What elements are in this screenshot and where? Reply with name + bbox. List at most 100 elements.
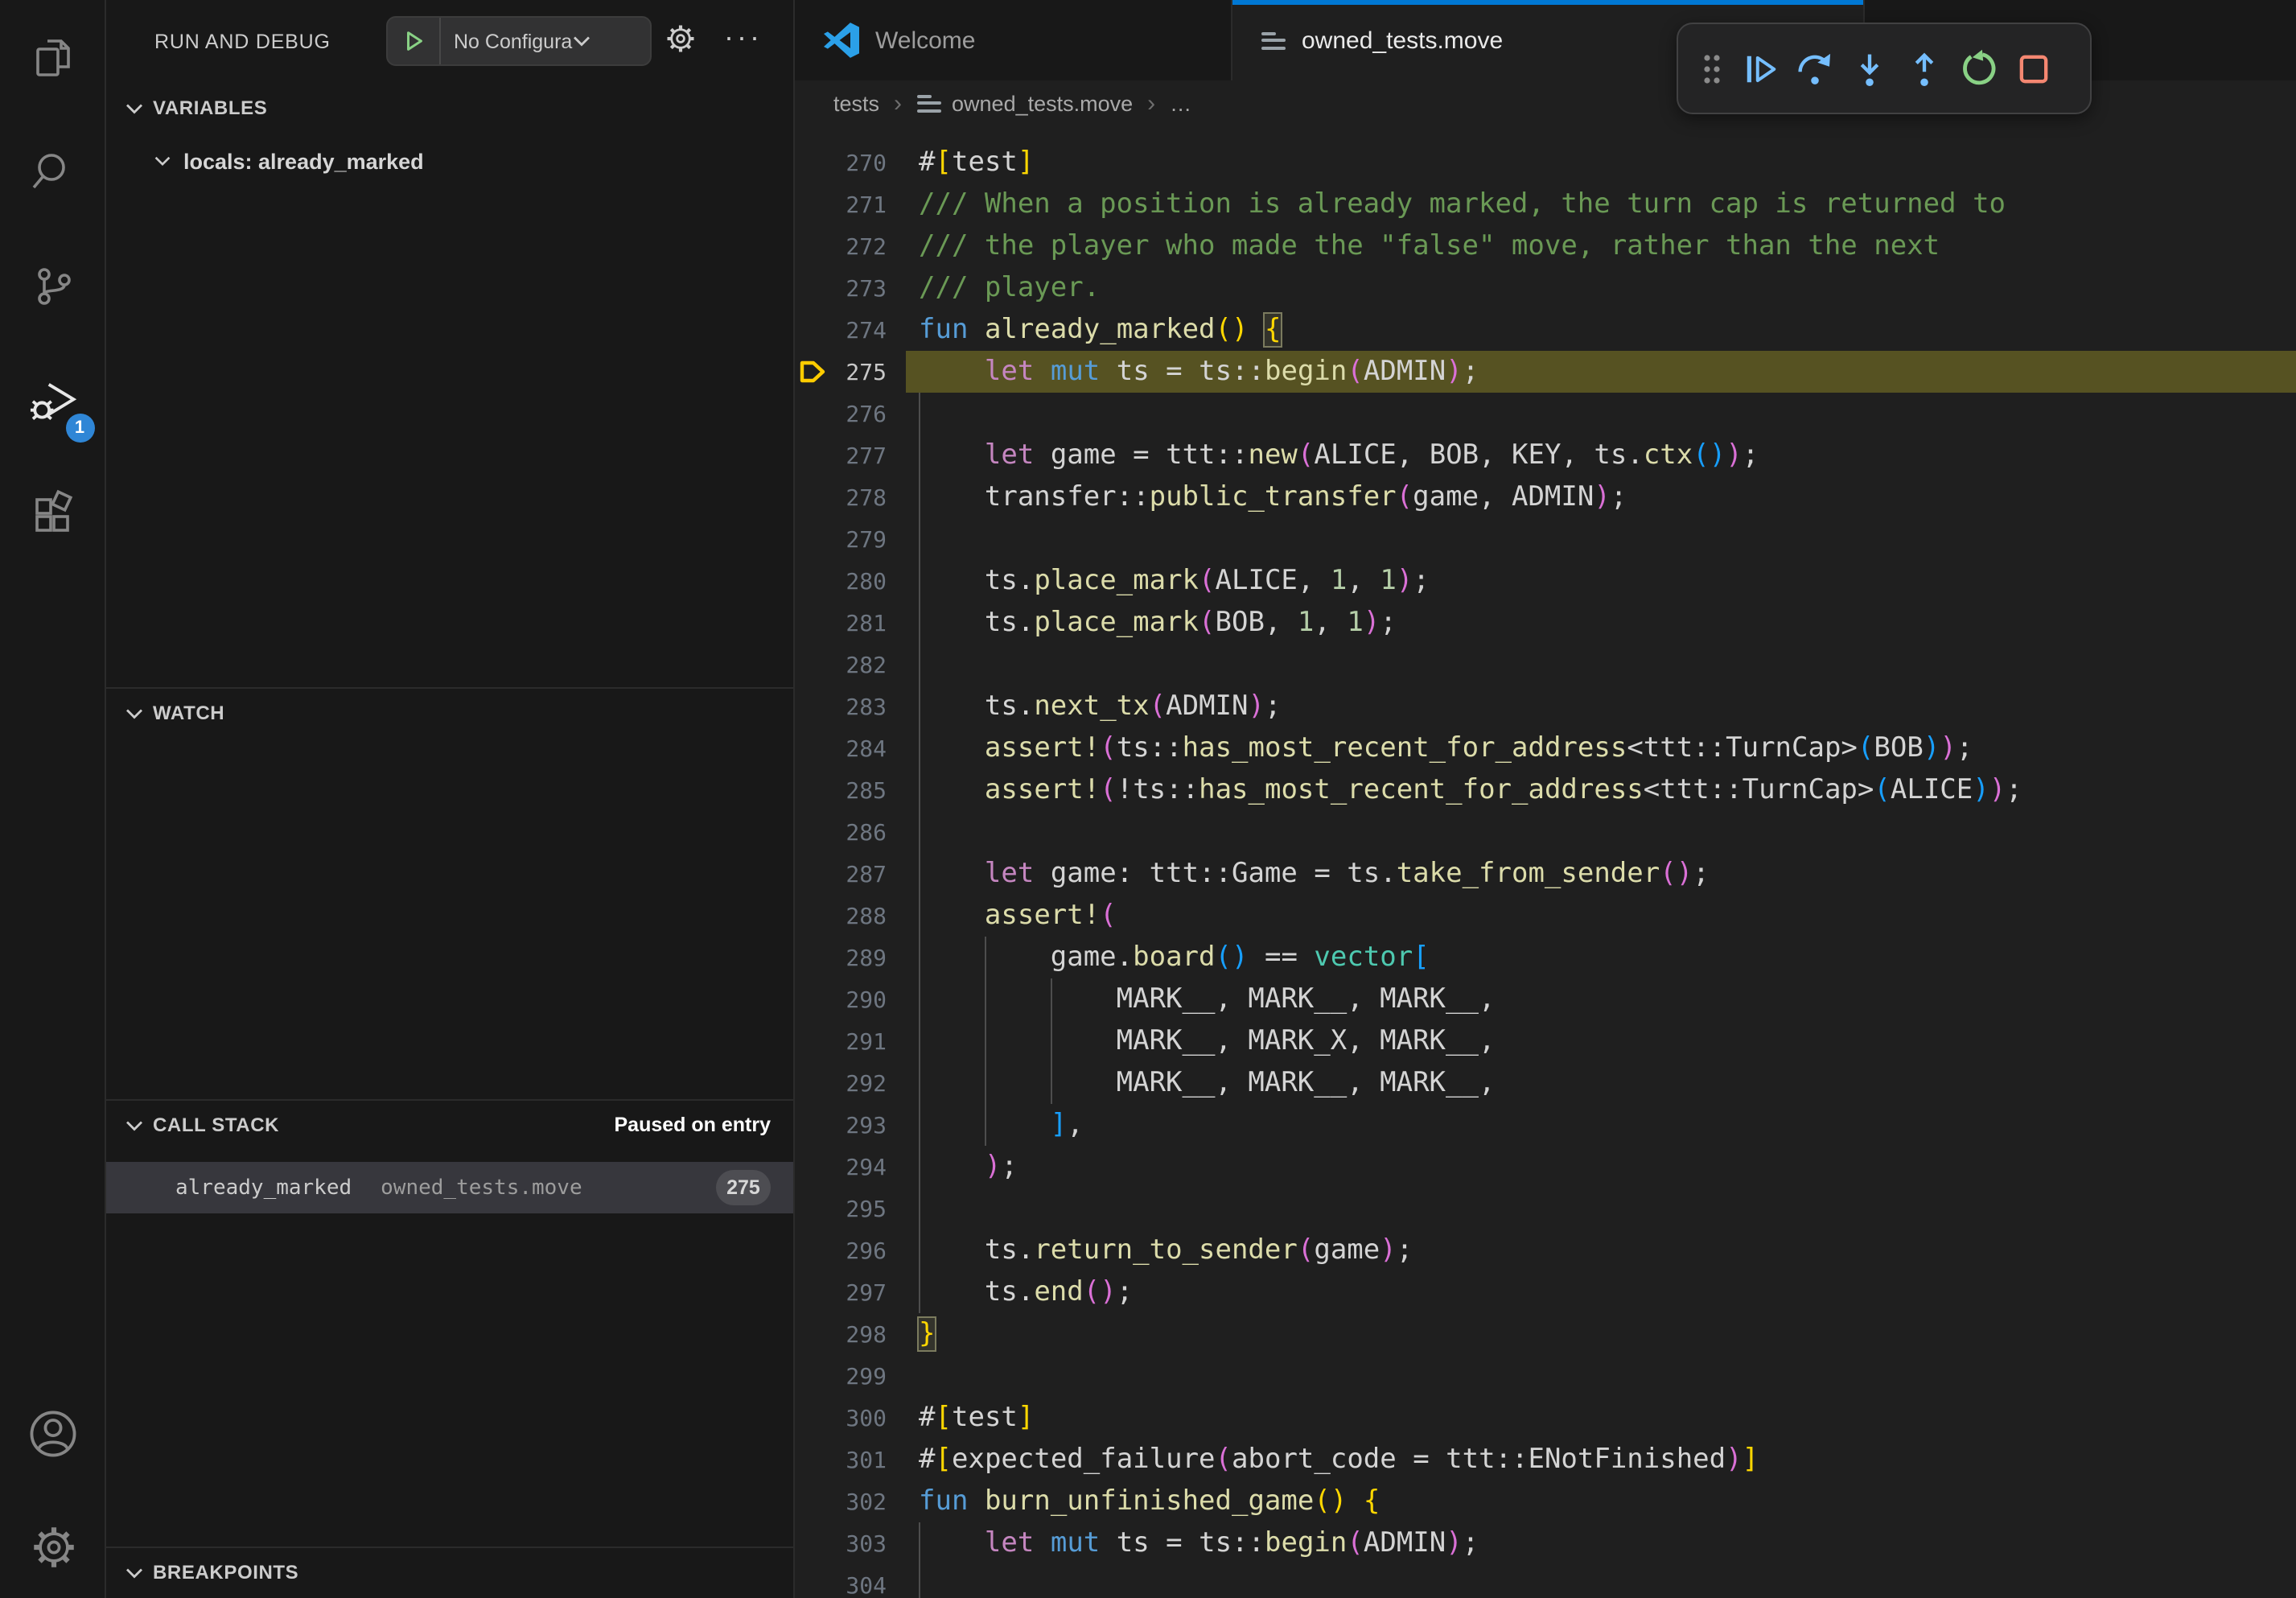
account-icon[interactable] bbox=[14, 1395, 92, 1472]
code-line-281[interactable]: 281 ts.place_mark(BOB, 1, 1); bbox=[795, 602, 2296, 644]
gutter[interactable]: 276 bbox=[795, 393, 906, 435]
code-line-298[interactable]: 298} bbox=[795, 1313, 2296, 1355]
code-line-276[interactable]: 276 bbox=[795, 393, 2296, 435]
code-line-288[interactable]: 288 assert!( bbox=[795, 895, 2296, 937]
gutter[interactable]: 296 bbox=[795, 1229, 906, 1271]
gutter[interactable]: 288 bbox=[795, 895, 906, 937]
gutter[interactable]: 297 bbox=[795, 1271, 906, 1313]
views-more-actions-icon[interactable]: ··· bbox=[724, 29, 763, 45]
breadcrumb-file[interactable]: owned_tests.move bbox=[952, 91, 1133, 115]
breakpoints-section-header[interactable]: BREAKPOINTS bbox=[106, 1548, 793, 1596]
gutter[interactable]: 287 bbox=[795, 853, 906, 895]
start-debugging-icon[interactable] bbox=[388, 18, 441, 64]
gutter[interactable]: 302 bbox=[795, 1481, 906, 1522]
debug-settings-gear-icon[interactable] bbox=[663, 21, 698, 56]
gutter[interactable]: 274 bbox=[795, 309, 906, 351]
gutter[interactable]: 275 bbox=[795, 351, 906, 393]
gutter[interactable]: 301 bbox=[795, 1439, 906, 1481]
gutter[interactable]: 273 bbox=[795, 267, 906, 309]
gutter[interactable]: 270 bbox=[795, 142, 906, 183]
gutter[interactable]: 286 bbox=[795, 811, 906, 853]
code-line-301[interactable]: 301#[expected_failure(abort_code = ttt::… bbox=[795, 1439, 2296, 1481]
code-line-297[interactable]: 297 ts.end(); bbox=[795, 1271, 2296, 1313]
gutter[interactable]: 289 bbox=[795, 937, 906, 978]
extensions-icon[interactable] bbox=[14, 476, 91, 554]
call-stack-section-header[interactable]: CALL STACK Paused on entry bbox=[106, 1101, 793, 1149]
source-control-icon[interactable] bbox=[14, 248, 91, 325]
code-line-279[interactable]: 279 bbox=[795, 518, 2296, 560]
code-line-271[interactable]: 271/// When a position is already marked… bbox=[795, 183, 2296, 225]
code-line-304[interactable]: 304 bbox=[795, 1564, 2296, 1598]
code-line-287[interactable]: 287 let game: ttt::Game = ts.take_from_s… bbox=[795, 853, 2296, 895]
gutter[interactable]: 291 bbox=[795, 1020, 906, 1062]
gutter[interactable]: 300 bbox=[795, 1397, 906, 1439]
gutter[interactable]: 295 bbox=[795, 1188, 906, 1229]
code-editor[interactable]: 270#[test]271/// When a position is alre… bbox=[795, 126, 2296, 1598]
code-line-273[interactable]: 273/// player. bbox=[795, 267, 2296, 309]
gutter[interactable]: 278 bbox=[795, 476, 906, 518]
gutter[interactable]: 271 bbox=[795, 183, 906, 225]
gutter[interactable]: 281 bbox=[795, 602, 906, 644]
code-line-275[interactable]: 275 let mut ts = ts::begin(ADMIN); bbox=[795, 351, 2296, 393]
code-line-284[interactable]: 284 assert!(ts::has_most_recent_for_addr… bbox=[795, 727, 2296, 769]
explorer-icon[interactable] bbox=[14, 19, 91, 97]
gutter[interactable]: 280 bbox=[795, 560, 906, 602]
code-line-291[interactable]: 291 MARK__, MARK_X, MARK__, bbox=[795, 1020, 2296, 1062]
breadcrumb-folder[interactable]: tests bbox=[833, 91, 879, 115]
debug-current-line-icon[interactable] bbox=[798, 359, 827, 385]
code-line-293[interactable]: 293 ], bbox=[795, 1104, 2296, 1146]
run-and-debug-icon[interactable]: 1 bbox=[14, 362, 91, 439]
code-line-280[interactable]: 280 ts.place_mark(ALICE, 1, 1); bbox=[795, 560, 2296, 602]
gutter[interactable]: 292 bbox=[795, 1062, 906, 1104]
step-out-icon[interactable] bbox=[1897, 36, 1952, 101]
code-line-299[interactable]: 299 bbox=[795, 1355, 2296, 1397]
variables-section-header[interactable]: VARIABLES bbox=[106, 84, 793, 132]
gutter[interactable]: 298 bbox=[795, 1313, 906, 1355]
gutter[interactable]: 272 bbox=[795, 225, 906, 267]
code-line-278[interactable]: 278 transfer::public_transfer(game, ADMI… bbox=[795, 476, 2296, 518]
code-line-272[interactable]: 272/// the player who made the "false" m… bbox=[795, 225, 2296, 267]
code-line-296[interactable]: 296 ts.return_to_sender(game); bbox=[795, 1229, 2296, 1271]
tab-welcome[interactable]: Welcome bbox=[795, 0, 1232, 80]
step-over-icon[interactable] bbox=[1788, 36, 1842, 101]
code-line-290[interactable]: 290 MARK__, MARK__, MARK__, bbox=[795, 978, 2296, 1020]
search-icon[interactable] bbox=[14, 134, 91, 211]
breadcrumb-symbol[interactable]: … bbox=[1170, 91, 1191, 115]
step-into-icon[interactable] bbox=[1842, 36, 1897, 101]
watch-section-header[interactable]: WATCH bbox=[106, 689, 793, 737]
locals-scope-row[interactable]: locals: already_marked bbox=[106, 138, 793, 183]
gutter[interactable]: 283 bbox=[795, 686, 906, 727]
gutter[interactable]: 284 bbox=[795, 727, 906, 769]
code-line-302[interactable]: 302fun burn_unfinished_game() { bbox=[795, 1481, 2296, 1522]
stop-icon[interactable] bbox=[2006, 36, 2061, 101]
code-line-295[interactable]: 295 bbox=[795, 1188, 2296, 1229]
code-line-294[interactable]: 294 ); bbox=[795, 1146, 2296, 1188]
code-line-274[interactable]: 274fun already_marked() { bbox=[795, 309, 2296, 351]
code-line-300[interactable]: 300#[test] bbox=[795, 1397, 2296, 1439]
stack-frame-row[interactable]: already_marked owned_tests.move 275 bbox=[106, 1162, 793, 1213]
gutter[interactable]: 285 bbox=[795, 769, 906, 811]
code-line-303[interactable]: 303 let mut ts = ts::begin(ADMIN); bbox=[795, 1522, 2296, 1564]
continue-icon[interactable] bbox=[1733, 36, 1788, 101]
gutter[interactable]: 277 bbox=[795, 435, 906, 476]
gutter[interactable]: 290 bbox=[795, 978, 906, 1020]
code-line-270[interactable]: 270#[test] bbox=[795, 142, 2296, 183]
gutter[interactable]: 294 bbox=[795, 1146, 906, 1188]
gutter[interactable]: 282 bbox=[795, 644, 906, 686]
code-line-285[interactable]: 285 assert!(!ts::has_most_recent_for_add… bbox=[795, 769, 2296, 811]
toolbar-drag-grip-icon[interactable] bbox=[1691, 49, 1733, 88]
launch-configuration-button[interactable]: No Configura bbox=[386, 16, 652, 66]
gutter[interactable]: 303 bbox=[795, 1522, 906, 1564]
restart-icon[interactable] bbox=[1952, 36, 2006, 101]
code-line-286[interactable]: 286 bbox=[795, 811, 2296, 853]
gutter[interactable]: 279 bbox=[795, 518, 906, 560]
gutter[interactable]: 299 bbox=[795, 1355, 906, 1397]
gutter[interactable]: 304 bbox=[795, 1564, 906, 1598]
code-line-289[interactable]: 289 game.board() == vector[ bbox=[795, 937, 2296, 978]
code-line-277[interactable]: 277 let game = ttt::new(ALICE, BOB, KEY,… bbox=[795, 435, 2296, 476]
code-line-292[interactable]: 292 MARK__, MARK__, MARK__, bbox=[795, 1062, 2296, 1104]
gutter[interactable]: 293 bbox=[795, 1104, 906, 1146]
settings-gear-icon[interactable] bbox=[14, 1508, 92, 1585]
code-line-283[interactable]: 283 ts.next_tx(ADMIN); bbox=[795, 686, 2296, 727]
code-line-282[interactable]: 282 bbox=[795, 644, 2296, 686]
